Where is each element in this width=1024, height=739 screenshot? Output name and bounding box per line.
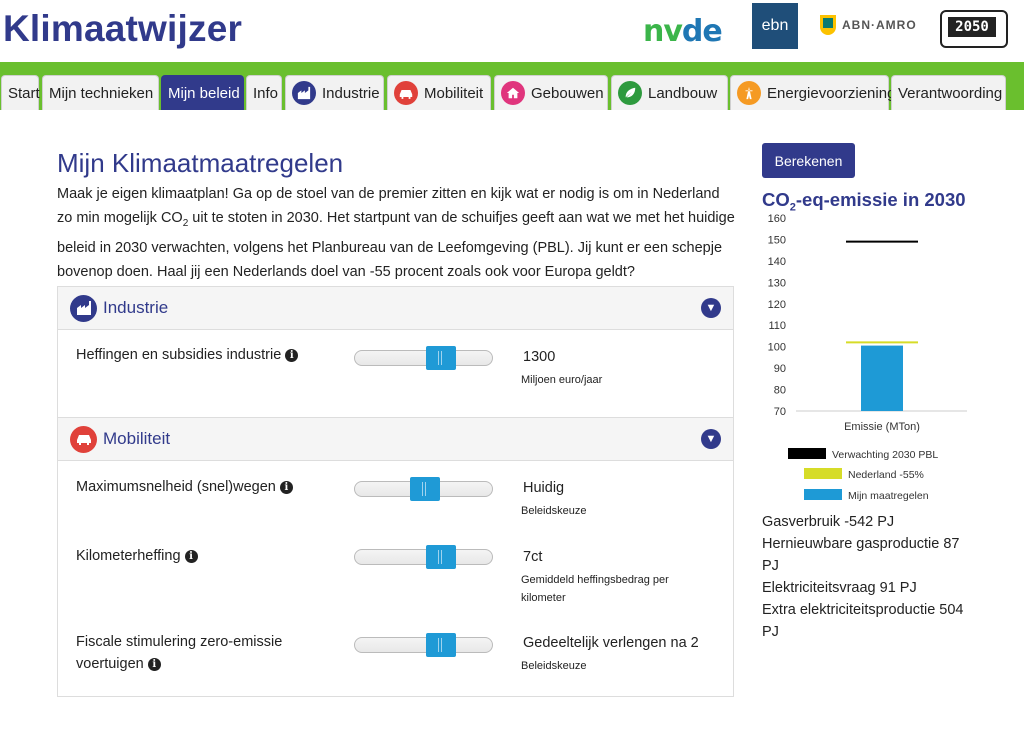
slider-handle[interactable]: [426, 545, 456, 569]
y-tick-label: 150: [768, 234, 786, 246]
policy-unit: Gemiddeld heffingsbedrag per kilometer: [521, 574, 669, 604]
section-industrie: Industrie ▼ Heffingen en subsidies indus…: [57, 286, 734, 418]
legend-label: Verwachting 2030 PBL: [832, 449, 938, 461]
tab-label: Verantwoording: [898, 84, 1003, 102]
info-icon[interactable]: i: [184, 549, 198, 563]
house-icon: [501, 81, 525, 105]
tab-bar: Start Mijn technieken Mijn beleid Info Indus…: [0, 62, 1024, 110]
factory-icon: [292, 81, 316, 105]
tab-label: Gebouwen: [531, 84, 604, 102]
nvde-logo: nvde: [643, 14, 723, 49]
legend-label: Nederland -55%: [848, 469, 924, 481]
info-icon[interactable]: i: [279, 480, 293, 494]
stat-renewable-gas: Hernieuwbare gasproductie 87 PJ: [762, 536, 960, 574]
tab-energievoorziening[interactable]: Energievoorziening: [730, 75, 895, 110]
y-tick-label: 90: [774, 363, 786, 375]
legend-label: Mijn maatregelen: [848, 490, 929, 502]
policy-label: Maximumsnelheid (snel)wegen i: [76, 476, 293, 498]
tab-label: Landbouw: [648, 84, 718, 102]
factory-icon: [70, 294, 97, 322]
tab-landbouw[interactable]: Landbouw: [611, 75, 728, 110]
tab-label: Energievoorziening: [767, 84, 896, 102]
tab-start[interactable]: Start: [1, 75, 40, 110]
slider-handle[interactable]: [426, 633, 456, 657]
stat-electricity-demand: Elektriciteitsvraag 91 PJ: [762, 580, 917, 596]
policy-slider[interactable]: [354, 633, 493, 657]
chevron-down-icon[interactable]: ▼: [701, 298, 721, 318]
tab-label: Mobiliteit: [424, 84, 484, 102]
chevron-down-icon[interactable]: ▼: [701, 429, 721, 449]
tab-label: Mijn beleid: [168, 84, 240, 102]
policy-unit: Miljoen euro/jaar: [521, 374, 603, 386]
x-tick-label: Emissie (MTon): [844, 421, 920, 433]
tab-verantwoording[interactable]: Verantwoording: [891, 75, 1006, 110]
abn-shield-icon: [820, 15, 836, 35]
info-icon[interactable]: i: [285, 348, 299, 362]
emission-chart: 70 80 90 100 110 120 130 140 150 160 Emissie (MTon…: [768, 213, 967, 502]
policy-slider[interactable]: [354, 545, 493, 569]
y-tick-label: 110: [768, 320, 786, 332]
y-tick-label: 140: [768, 256, 786, 268]
y-tick-label: 100: [768, 342, 786, 354]
y-tick-label: 80: [774, 385, 786, 397]
policy-value: Gedeeltelijk verlengen na 2: [523, 635, 698, 651]
stats-list: Gasverbruik -542 PJ Hernieuwbare gasprod…: [762, 511, 972, 643]
bar-mijn-maatregelen: [861, 345, 903, 411]
tab-gebouwen[interactable]: Gebouwen: [494, 75, 608, 110]
stat-extra-electricity: Extra elektriciteitsproductie 504 PJ: [762, 602, 964, 640]
tab-label: Start: [8, 84, 40, 102]
tab-mobiliteit[interactable]: Mobiliteit: [387, 75, 491, 110]
2050-logo: 2050: [940, 10, 1008, 48]
tab-industrie[interactable]: Industrie: [285, 75, 384, 110]
policy-unit: Beleidskeuze: [521, 660, 587, 672]
y-tick-label: 130: [768, 277, 786, 289]
tab-label: Info: [253, 84, 279, 102]
y-tick-label: 120: [768, 299, 786, 311]
legend-swatch: [804, 468, 842, 479]
app-title: Klimaatwijzer: [3, 8, 243, 49]
calculate-button[interactable]: Berekenen: [762, 143, 855, 178]
slider-handle[interactable]: [410, 477, 440, 501]
tab-mijn-technieken[interactable]: Mijn technieken: [42, 75, 159, 110]
page-title: Mijn Klimaatmaatregelen: [57, 148, 344, 178]
tab-label: Mijn technieken: [49, 84, 154, 102]
header: Klimaatwijzer nvde ebn ABN·AMRO 2050: [0, 0, 1024, 62]
policy-value: Huidig: [523, 480, 565, 496]
section-title: Mobiliteit: [103, 429, 171, 448]
section-title: Industrie: [103, 298, 169, 317]
ebn-logo: ebn: [752, 3, 798, 49]
tab-label: Industrie: [322, 84, 380, 102]
abn-amro-logo: ABN·AMRO: [820, 13, 917, 37]
tab-mijn-beleid[interactable]: Mijn beleid: [161, 75, 244, 110]
section-header-industrie[interactable]: Industrie ▼: [58, 287, 733, 330]
policy-slider[interactable]: [354, 477, 493, 501]
policy-label: Fiscale stimulering zero-emissie voertui…: [76, 634, 283, 672]
section-mobiliteit: Mobiliteit ▼ Maximumsnelheid (snel)wegen…: [57, 417, 734, 697]
intro-text: Maak je eigen klimaatplan! Ga op de stoe…: [57, 186, 735, 280]
policy-label: Kilometerheffing i: [76, 545, 198, 567]
power-icon: [737, 81, 761, 105]
legend-swatch: [788, 448, 826, 459]
car-icon: [394, 81, 418, 105]
y-tick-label: 70: [774, 406, 786, 418]
policy-value: 7ct: [523, 549, 543, 565]
stat-gas-use: Gasverbruik -542 PJ: [762, 514, 895, 530]
leaf-icon: [618, 81, 642, 105]
policy-row: Maximumsnelheid (snel)wegen i Huidig Bele…: [58, 461, 733, 739]
tab-info[interactable]: Info: [246, 75, 282, 110]
policy-unit: Beleidskeuze: [521, 505, 587, 517]
slider-handle[interactable]: [426, 346, 456, 370]
section-header-mobiliteit[interactable]: Mobiliteit ▼: [58, 418, 733, 461]
info-icon[interactable]: i: [147, 657, 161, 671]
car-icon: [70, 425, 97, 453]
legend-swatch: [804, 489, 842, 500]
y-tick-label: 160: [768, 213, 786, 225]
policy-label: Heffingen en subsidies industrie i: [76, 344, 299, 366]
policy-slider[interactable]: [354, 346, 493, 370]
policy-value: 1300: [523, 349, 556, 365]
